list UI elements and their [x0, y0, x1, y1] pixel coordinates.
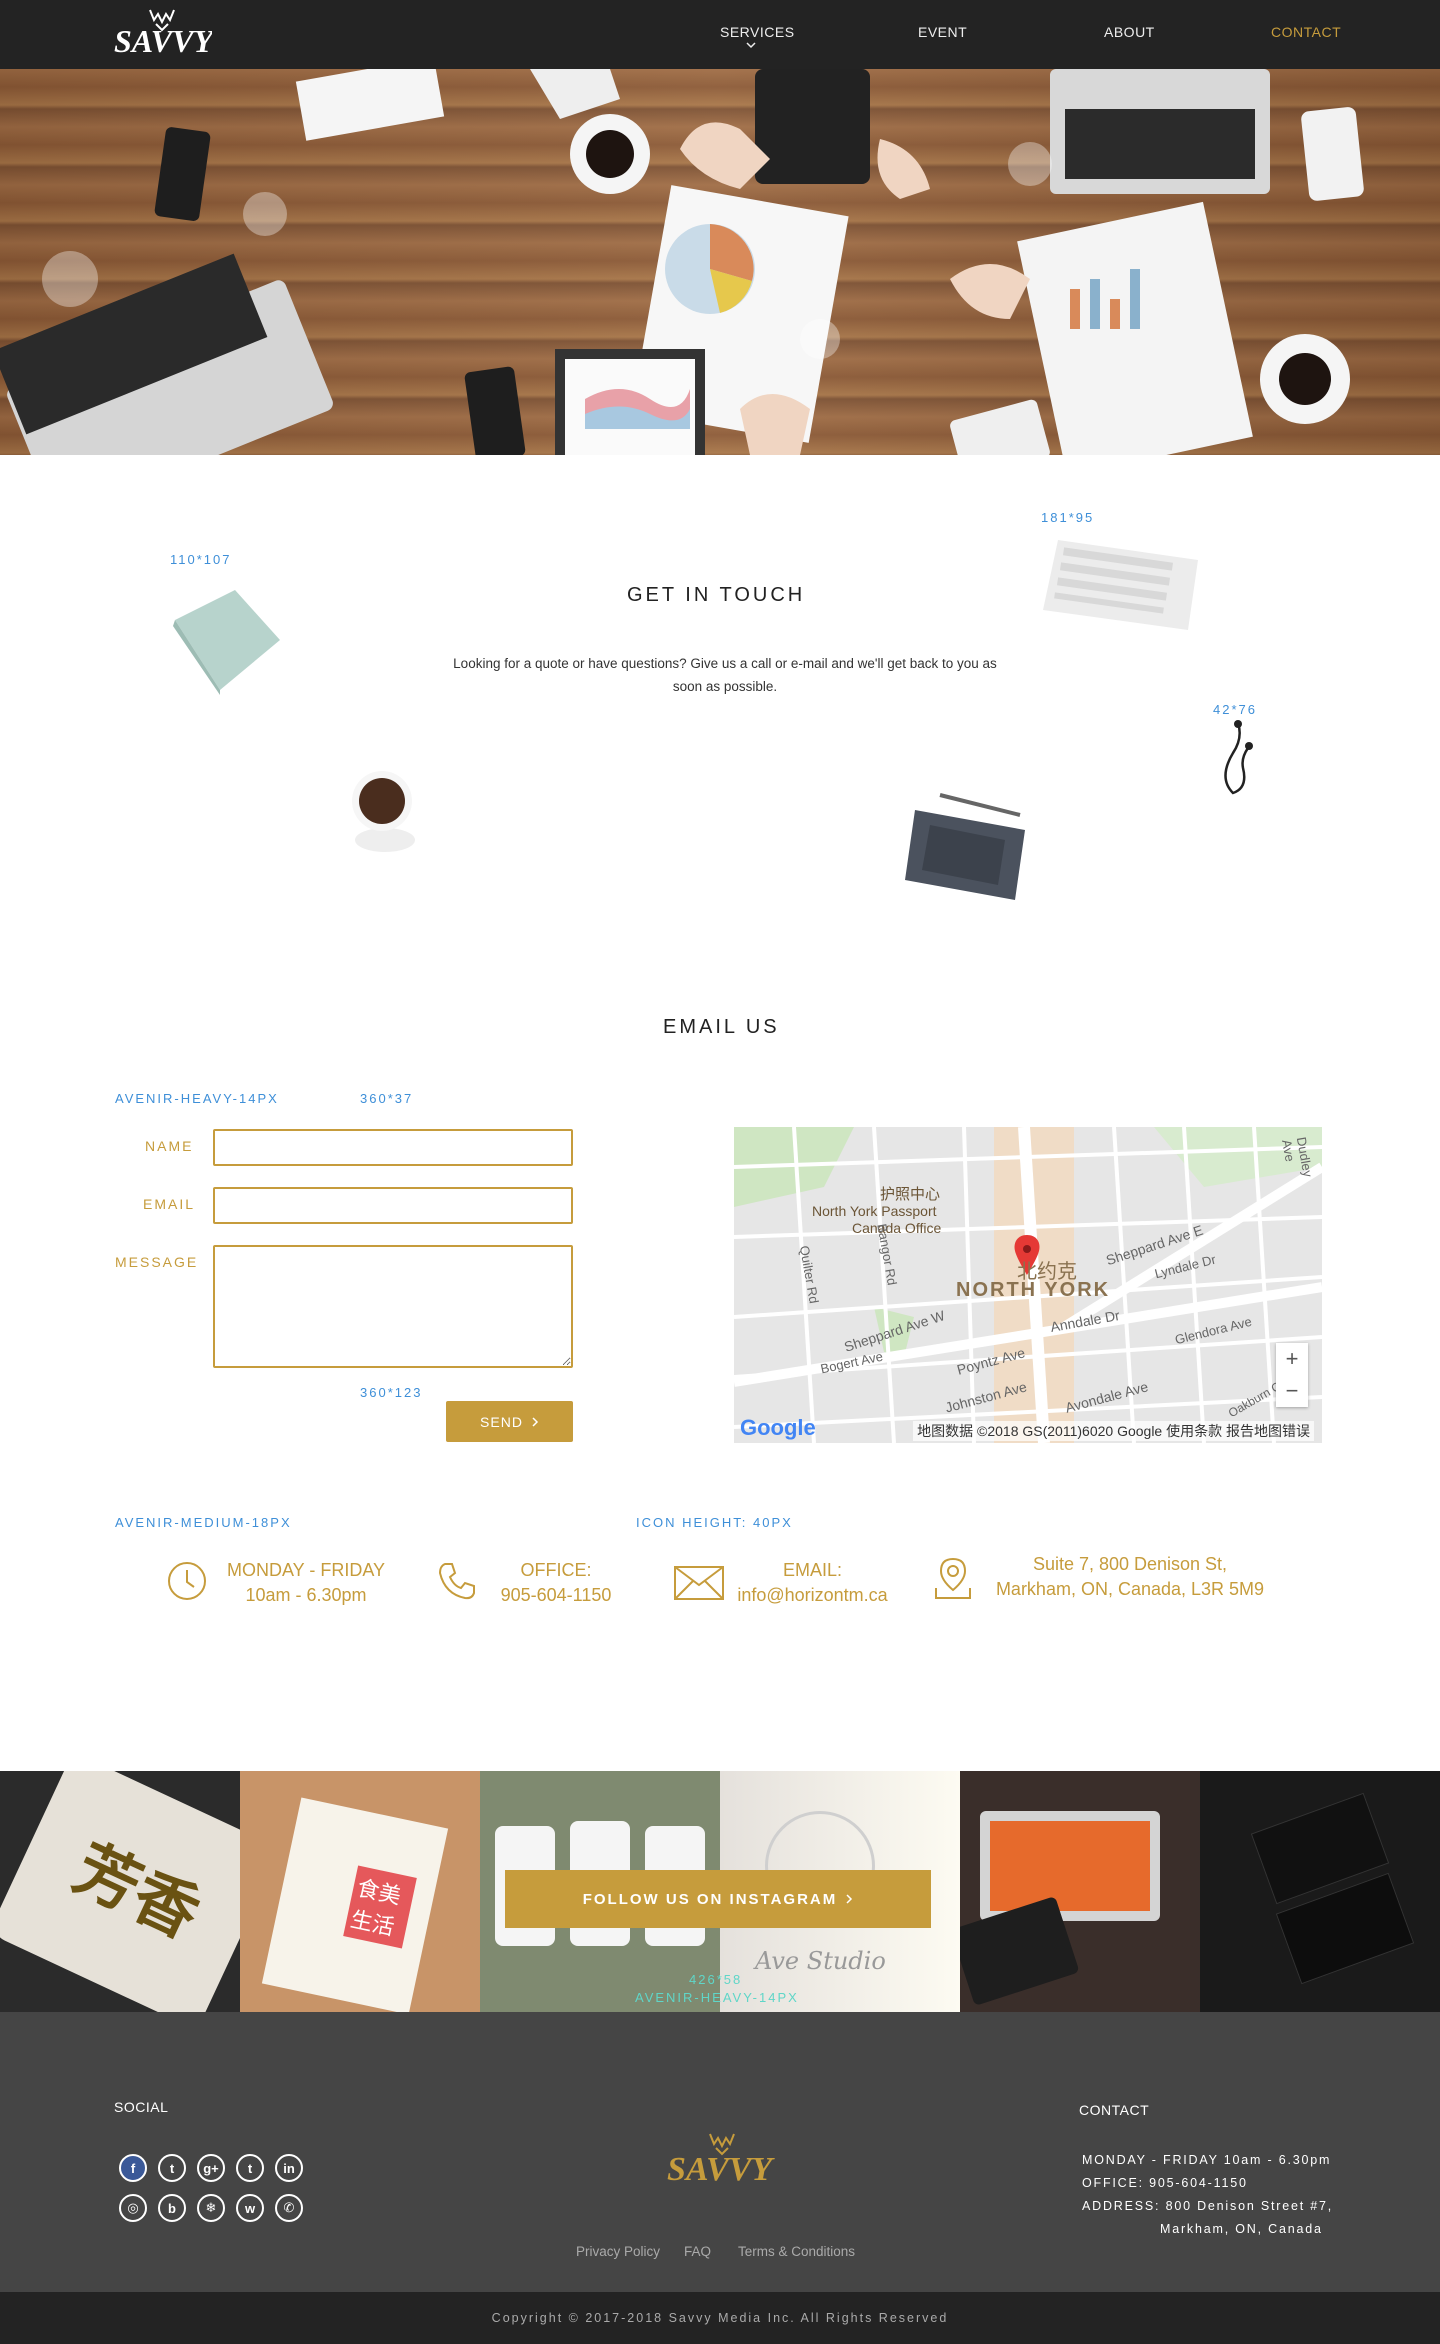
terms-link[interactable]: Terms & Conditions: [738, 2244, 855, 2259]
earphones-image: [1224, 720, 1253, 795]
map-attribution[interactable]: 地图数据 ©2018 GS(2011)6020 Google 使用条款 报告地图…: [913, 1421, 1314, 1441]
footer-contact-line: Markham, ON, Canada: [1160, 2222, 1323, 2236]
footer-contact-line: MONDAY - FRIDAY 10am - 6.30pm: [1082, 2153, 1332, 2167]
intro-text: Looking for a quote or have questions? G…: [453, 656, 997, 694]
chevron-down-icon: [746, 42, 756, 49]
map-zoom-control: + −: [1276, 1343, 1308, 1407]
address-info: Suite 7, 800 Denison St, Markham, ON, Ca…: [985, 1552, 1275, 1602]
clock-icon: [168, 1562, 206, 1600]
get-in-touch-title: GET IN TOUCH: [627, 584, 806, 606]
instagram-tile[interactable]: [1200, 1771, 1440, 2012]
annotation-item3: 42*76: [1213, 702, 1257, 717]
location-map[interactable]: 护照中心 North York Passport Canada Office 北…: [734, 1127, 1322, 1443]
follow-instagram-button[interactable]: FOLLOW US ON INSTAGRAM: [505, 1870, 931, 1928]
nav-event[interactable]: EVENT: [918, 24, 967, 40]
weibo-icon[interactable]: w: [236, 2194, 264, 2222]
envelope-icon: [674, 1566, 724, 1600]
email-field[interactable]: [213, 1187, 573, 1224]
phone-icon: [438, 1563, 475, 1600]
faq-link[interactable]: FAQ: [684, 2244, 711, 2259]
tile-text: Ave Studio: [755, 1947, 886, 1975]
address-line2: Markham, ON, Canada, L3R 5M9: [995, 1579, 1265, 1599]
chevron-right-icon: [532, 1416, 539, 1427]
top-navigation: SAVVY SERVICES EVENT ABOUT CONTACT: [0, 0, 1440, 69]
email-us-title: EMAIL US: [663, 1016, 780, 1038]
coffee-cup-image: [352, 771, 415, 852]
facebook-icon[interactable]: f: [119, 2154, 147, 2182]
twitter-icon[interactable]: t: [158, 2154, 186, 2182]
footer-contact-info: MONDAY - FRIDAY 10am - 6.30pm OFFICE: 90…: [1082, 2149, 1333, 2241]
footer-logo-text: SAVVY: [667, 2151, 775, 2188]
svg-text:SAVVY: SAVVY: [114, 23, 212, 58]
office-info: OFFICE: 905-604-1150: [486, 1558, 626, 1608]
annotation-textarea-size: 360*123: [360, 1385, 423, 1400]
hours-value: 10am - 6.30pm: [245, 1585, 367, 1605]
email-label: EMAIL: [143, 1196, 196, 1212]
tumblr-icon[interactable]: t: [236, 2154, 264, 2182]
footer-logo[interactable]: SAVVY: [663, 2128, 778, 2194]
map-poi-cn: 护照中心: [880, 1186, 941, 1203]
map-place-en: NORTH YORK: [956, 1279, 1111, 1301]
email-info: EMAIL: info@horizontm.ca: [730, 1558, 895, 1608]
name-field[interactable]: [213, 1129, 573, 1166]
hero-image: [0, 69, 1440, 455]
annotation-form-font: AVENIR-HEAVY-14PX: [115, 1091, 279, 1106]
office-title: OFFICE:: [520, 1560, 592, 1580]
snowflake-icon[interactable]: ❄: [197, 2194, 225, 2222]
office-value[interactable]: 905-604-1150: [486, 1583, 626, 1608]
annotation-item2: 181*95: [1041, 510, 1095, 525]
annotation-input-size: 360*37: [360, 1091, 414, 1106]
annotation-info-font: AVENIR-MEDIUM-18PX: [115, 1515, 292, 1530]
wechat-icon[interactable]: ✆: [275, 2194, 303, 2222]
zoom-in-button[interactable]: +: [1276, 1343, 1308, 1375]
map-poi-en1: North York Passport: [812, 1203, 937, 1219]
follow-label: FOLLOW US ON INSTAGRAM: [582, 1890, 838, 1908]
copyright-bar: Copyright © 2017-2018 Savvy Media Inc. A…: [0, 2292, 1440, 2344]
google-logo: Google: [740, 1415, 816, 1440]
send-button[interactable]: SEND: [446, 1401, 573, 1442]
email-value[interactable]: info@horizontm.ca: [730, 1583, 895, 1608]
instagram-tile[interactable]: [960, 1771, 1200, 2012]
copyright-text: Copyright © 2017-2018 Savvy Media Inc. A…: [491, 2311, 949, 2325]
chevron-right-icon: [846, 1894, 853, 1904]
address-line1: Suite 7, 800 Denison St,: [1032, 1554, 1228, 1574]
email-title: EMAIL:: [782, 1560, 843, 1580]
notepad-image: [173, 590, 280, 695]
annotation-follow-size: 426*58: [689, 1972, 743, 1987]
location-pin-icon: [935, 1557, 971, 1599]
bing-icon[interactable]: b: [158, 2194, 186, 2222]
instagram-tile[interactable]: 芳香: [0, 1771, 240, 2012]
hours-title: MONDAY - FRIDAY: [226, 1560, 385, 1580]
name-label: NAME: [145, 1138, 194, 1154]
savvy-logo[interactable]: SAVVY: [112, 6, 212, 58]
annotation-icon-height: ICON HEIGHT: 40PX: [636, 1515, 793, 1530]
drawing-tablet-image: [905, 793, 1025, 900]
nav-services[interactable]: SERVICES: [720, 24, 795, 40]
message-field[interactable]: [213, 1245, 573, 1368]
desk-illustration: [0, 69, 1364, 455]
map-poi-en2: Canada Office: [852, 1220, 942, 1236]
google-plus-icon[interactable]: g+: [197, 2154, 225, 2182]
instagram-icon[interactable]: ◎: [119, 2194, 147, 2222]
message-label: MESSAGE: [115, 1254, 199, 1270]
nav-about[interactable]: ABOUT: [1104, 24, 1155, 40]
keyboard-image: [1043, 540, 1198, 630]
social-title: SOCIAL: [114, 2099, 169, 2115]
footer-contact-line: ADDRESS: 800 Denison Street #7,: [1082, 2199, 1334, 2213]
privacy-policy-link[interactable]: Privacy Policy: [576, 2244, 660, 2259]
zoom-out-button[interactable]: −: [1276, 1375, 1308, 1407]
hours-info: MONDAY - FRIDAY 10am - 6.30pm: [216, 1558, 396, 1608]
annotation-item1: 110*107: [170, 552, 232, 567]
send-label: SEND: [480, 1413, 523, 1430]
instagram-tile[interactable]: 食美生活: [240, 1771, 480, 2012]
contact-title: CONTACT: [1079, 2102, 1150, 2118]
linkedin-icon[interactable]: in: [275, 2154, 303, 2182]
nav-contact[interactable]: CONTACT: [1271, 24, 1341, 40]
annotation-follow-font: AVENIR-HEAVY-14PX: [635, 1990, 799, 2005]
footer-contact-line: OFFICE: 905-604-1150: [1082, 2176, 1248, 2190]
